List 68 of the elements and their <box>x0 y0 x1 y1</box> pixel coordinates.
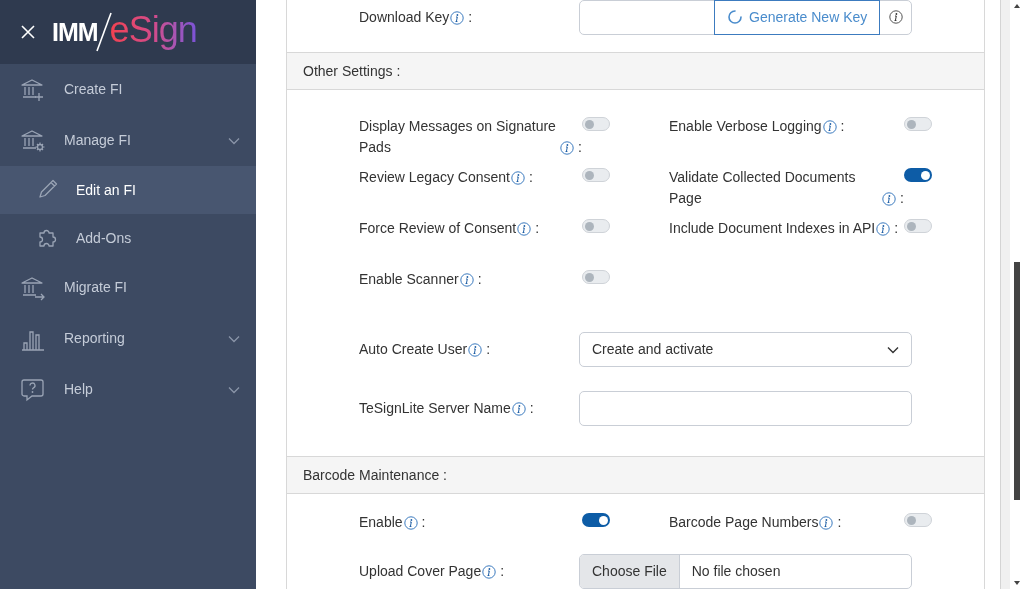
info-icon <box>511 171 525 185</box>
label-colon: : <box>529 168 533 187</box>
label-colon: : <box>578 138 582 157</box>
info-icon <box>822 120 837 134</box>
section-header: Other Settings : <box>287 52 984 90</box>
label-colon: : <box>529 399 534 418</box>
info-icon <box>819 516 834 530</box>
sidebar-item[interactable]: Add-Ons <box>0 214 256 262</box>
toggle-switch[interactable] <box>582 219 610 233</box>
toggle-switch[interactable] <box>582 270 610 284</box>
sidebar-item[interactable]: Reporting <box>0 313 256 364</box>
label-colon: : <box>894 219 899 238</box>
label-colon: : <box>421 513 426 532</box>
info-icon <box>459 273 474 287</box>
close-icon <box>21 25 35 39</box>
field-label: Include Document Indexes in API <box>669 219 876 238</box>
info-icon <box>450 11 465 25</box>
field-label: Display Messages on Signature Pads <box>359 117 557 157</box>
toggle-switch[interactable] <box>582 117 610 131</box>
label-colon: : <box>468 8 473 27</box>
label-colon: : <box>900 189 904 208</box>
label-colon: : <box>477 270 482 289</box>
info-icon <box>517 222 532 236</box>
sidebar-item[interactable]: Help <box>0 364 256 415</box>
info-icon <box>403 516 418 530</box>
sidebar-item[interactable]: Edit an FI <box>0 166 256 214</box>
field-label: Validate Collected Documents Page <box>669 168 857 208</box>
field-label: Auto Create User <box>359 340 468 359</box>
label-colon: : <box>535 219 540 238</box>
field-label: Enable Verbose Logging <box>669 117 822 136</box>
choose-file-button[interactable]: Choose File <box>580 555 680 588</box>
help-bubble-icon <box>20 376 46 403</box>
sidebar-item[interactable]: Migrate FI <box>0 262 256 313</box>
field-label: Upload Cover Page <box>359 562 482 581</box>
toggle-switch[interactable] <box>904 168 932 182</box>
label-colon: : <box>500 562 505 581</box>
logo-text: IMM <box>52 19 98 45</box>
info-icon <box>876 222 891 236</box>
sidebar-item[interactable]: Manage FI <box>0 115 256 166</box>
field-label: Enable <box>359 513 403 532</box>
select-dropdown[interactable]: Create and activate <box>579 332 912 367</box>
label-colon: : <box>837 513 842 532</box>
info-icon <box>882 192 897 206</box>
file-upload-field[interactable]: Choose File No file chosen <box>579 554 912 589</box>
field-label: Review Legacy Consent <box>359 168 510 187</box>
toggle-switch[interactable] <box>582 168 610 182</box>
label-colon: : <box>486 340 491 359</box>
info-icon <box>468 343 483 357</box>
field-label: Force Review of Consent <box>359 219 517 238</box>
field-label: Barcode Page Numbers <box>669 513 819 532</box>
section-header: Barcode Maintenance : <box>287 456 984 494</box>
info-icon <box>560 141 575 155</box>
toggle-switch[interactable] <box>582 513 610 527</box>
field-label: TeSignLite Server Name <box>359 399 511 418</box>
toggle-switch[interactable] <box>904 513 932 527</box>
chevron-down-icon <box>887 345 899 354</box>
field-label: Download Key <box>359 8 450 27</box>
logo-wordmark: eSign <box>109 12 197 52</box>
label-colon: : <box>840 117 845 136</box>
server-name-field[interactable] <box>579 391 912 426</box>
info-icon <box>482 565 497 579</box>
file-status: No file chosen <box>690 562 782 581</box>
info-icon <box>511 402 526 416</box>
toggle-switch[interactable] <box>904 117 932 131</box>
toggle-switch[interactable] <box>904 219 932 233</box>
logo-slash-icon <box>95 12 112 52</box>
sidebar-item[interactable]: Create FI <box>0 64 256 115</box>
field-label: Enable Scanner <box>359 270 459 289</box>
